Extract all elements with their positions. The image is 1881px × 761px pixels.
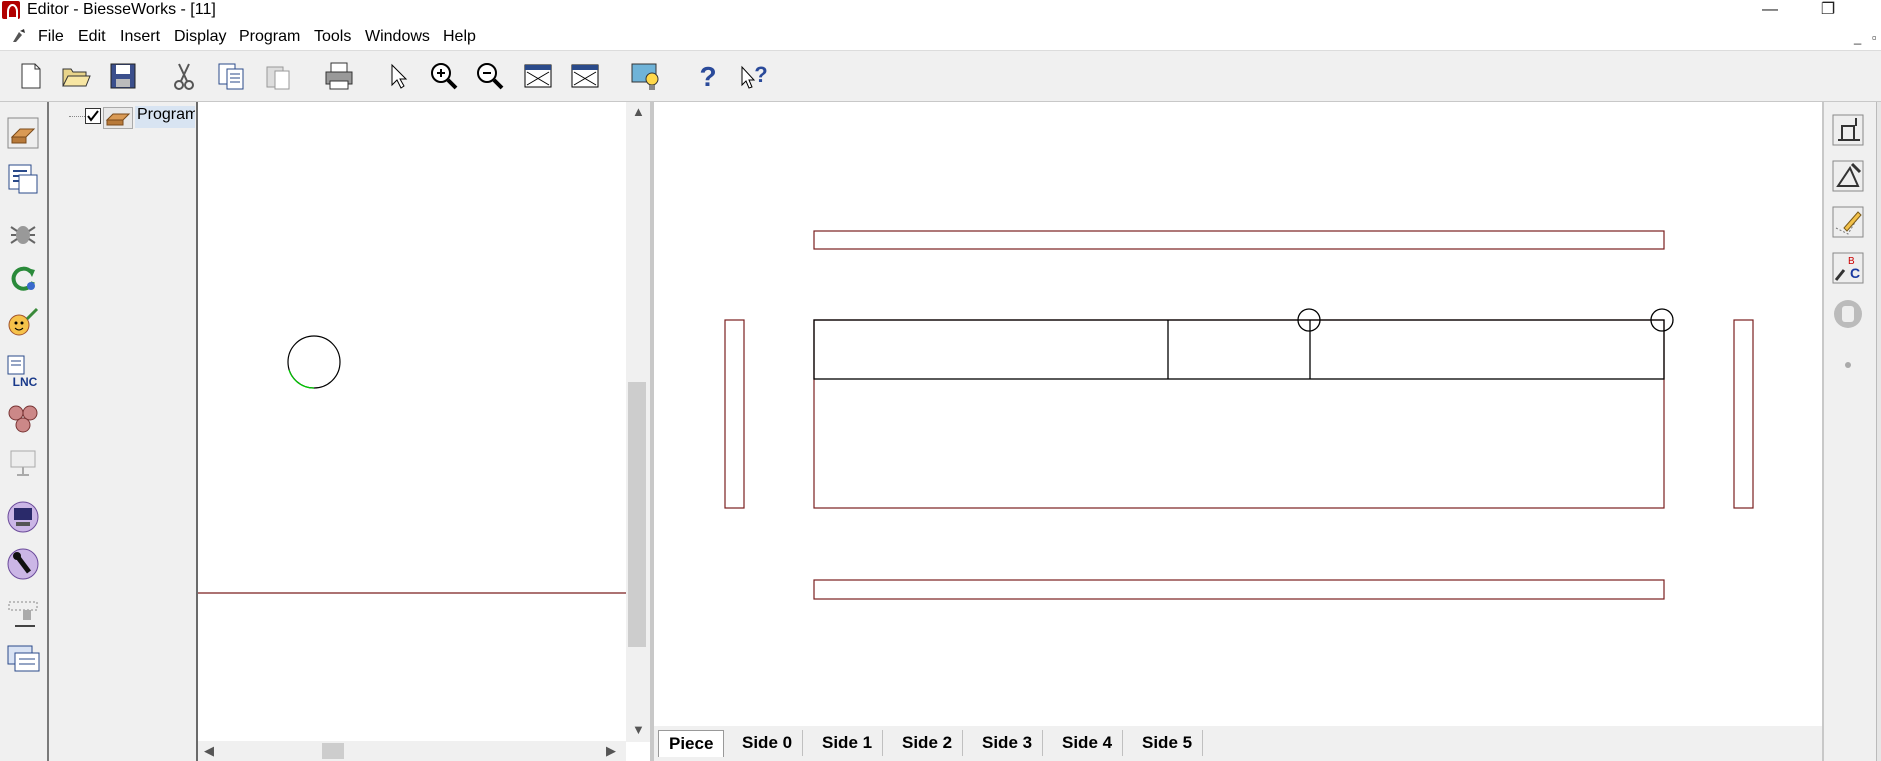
macro-icon[interactable] <box>5 305 41 341</box>
presentation-icon[interactable] <box>5 445 41 481</box>
main-toolbar: ? ? <box>0 50 1881 103</box>
svg-text:?: ? <box>754 62 767 87</box>
machine-setup-icon[interactable] <box>1830 112 1866 148</box>
side-tabs: Piece Side 0 Side 1 Side 2 Side 3 Side 4… <box>654 726 1822 761</box>
preview-arc <box>288 369 315 389</box>
view-2-icon[interactable] <box>566 57 604 95</box>
zoom-out-icon[interactable] <box>471 57 509 95</box>
piece-icon[interactable] <box>5 115 41 151</box>
scroll-left-icon[interactable]: ◀ <box>204 743 214 759</box>
view-1-icon[interactable] <box>519 57 557 95</box>
menu-insert[interactable]: Insert <box>120 28 160 46</box>
biesseworks-logo-icon <box>2 1 20 19</box>
help-icon[interactable]: ? <box>689 57 727 95</box>
tool-icon[interactable] <box>5 546 41 582</box>
svg-text:C: C <box>1850 265 1860 281</box>
machine-icon[interactable] <box>5 596 41 632</box>
bug-icon[interactable] <box>5 215 41 251</box>
preview-vertical-scrollbar[interactable]: ▲ ▼ <box>626 102 650 742</box>
print-icon[interactable] <box>320 57 358 95</box>
scroll-down-icon[interactable]: ▼ <box>632 722 645 737</box>
tab-side-3[interactable]: Side 3 <box>972 730 1044 756</box>
menu-edit[interactable]: Edit <box>78 28 106 46</box>
minimize-button[interactable]: — <box>1750 0 1790 22</box>
menu-bar: File Edit Insert Display Program Tools W… <box>0 24 1881 50</box>
paste-icon[interactable] <box>259 57 297 95</box>
scroll-up-icon[interactable]: ▲ <box>632 104 645 119</box>
preview-horizontal-scrollbar[interactable]: ◀ ▶ <box>198 741 626 761</box>
gears-icon[interactable] <box>5 399 41 435</box>
side-panel-right <box>1733 319 1754 509</box>
list-icon[interactable] <box>5 161 41 197</box>
save-icon[interactable] <box>104 57 142 95</box>
tab-side-5[interactable]: Side 5 <box>1132 730 1204 756</box>
select-arrow-icon[interactable] <box>379 57 417 95</box>
program-tree: Program <box>49 102 198 761</box>
zoom-in-icon[interactable] <box>425 57 463 95</box>
side-panel-top <box>813 230 1665 250</box>
piece-drawing[interactable] <box>654 102 1822 726</box>
tab-piece[interactable]: Piece <box>658 730 725 757</box>
side-panel-left <box>724 319 745 509</box>
rotate-icon[interactable] <box>5 260 41 296</box>
menu-tools[interactable]: Tools <box>314 28 351 46</box>
program-checkbox[interactable] <box>85 108 101 124</box>
scroll-thumb[interactable] <box>628 382 646 647</box>
tree-item-program[interactable]: Program <box>135 106 195 128</box>
right-toolbar: BC <box>1822 102 1881 761</box>
pencil-icon[interactable] <box>1830 204 1866 240</box>
tab-side-0[interactable]: Side 0 <box>732 730 804 756</box>
scroll-thumb-horizontal[interactable] <box>322 743 344 759</box>
computer-icon[interactable] <box>5 499 41 535</box>
new-icon[interactable] <box>11 57 49 95</box>
restore-button[interactable]: ❐ <box>1808 0 1848 22</box>
drawing-edit-icon[interactable] <box>1830 158 1866 194</box>
title-bar: Editor - BiesseWorks - [11] — ❐ <box>0 0 1881 22</box>
mdi-minimize-button[interactable]: _ <box>1854 30 1861 45</box>
export-icon[interactable] <box>5 641 41 677</box>
copy-icon[interactable] <box>212 57 250 95</box>
mdi-restore-button[interactable]: ▫ <box>1872 30 1877 45</box>
svg-text:?: ? <box>699 61 716 92</box>
document-menu-icon[interactable] <box>11 28 27 44</box>
program-node-icon <box>103 107 133 129</box>
spell-check-icon[interactable]: BC <box>1830 250 1866 286</box>
right-toolbar-edge <box>1876 102 1881 761</box>
open-icon[interactable] <box>57 57 95 95</box>
piece-drawing-area[interactable] <box>654 102 1822 726</box>
wizard-icon[interactable] <box>627 57 665 95</box>
context-help-icon[interactable]: ? <box>735 57 773 95</box>
nc-icon[interactable]: LNC <box>5 353 41 389</box>
tab-side-4[interactable]: Side 4 <box>1052 730 1124 756</box>
menu-program[interactable]: Program <box>239 28 300 46</box>
menu-file[interactable]: File <box>38 28 64 46</box>
piece-outline <box>813 319 1665 509</box>
left-toolbar: LNC <box>0 102 49 761</box>
menu-windows[interactable]: Windows <box>365 28 430 46</box>
tab-side-2[interactable]: Side 2 <box>892 730 964 756</box>
stop-hand-icon[interactable] <box>1830 296 1866 332</box>
side-panel-bottom <box>813 579 1665 600</box>
tab-side-1[interactable]: Side 1 <box>812 730 884 756</box>
menu-help[interactable]: Help <box>443 28 476 46</box>
preview-canvas[interactable] <box>198 102 626 742</box>
menu-display[interactable]: Display <box>174 28 226 46</box>
scroll-right-icon[interactable]: ▶ <box>606 743 616 759</box>
dot-icon[interactable] <box>1830 347 1866 383</box>
preview-pane: ▲ ▼ ◀ ▶ <box>198 102 654 761</box>
working-area <box>813 319 1665 380</box>
cut-icon[interactable] <box>165 57 203 95</box>
svg-text:LNC: LNC <box>13 375 38 389</box>
window-title: Editor - BiesseWorks - [11] <box>27 1 216 18</box>
